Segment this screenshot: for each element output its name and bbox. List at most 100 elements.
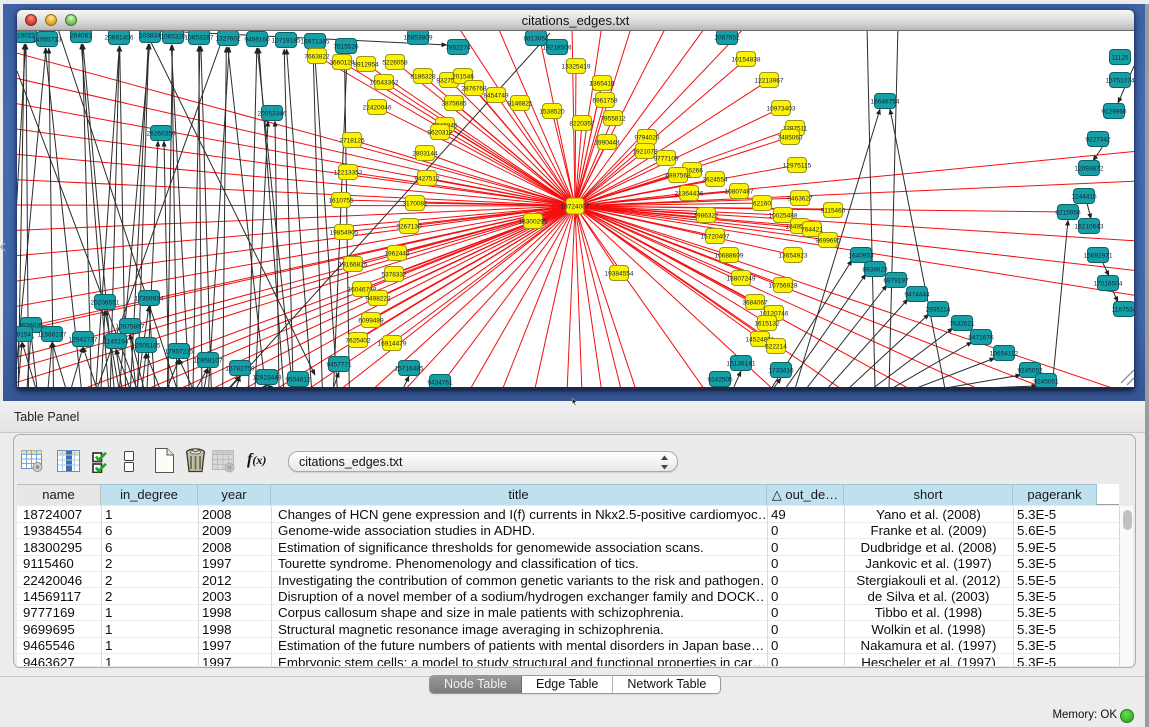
svg-text:9794028: 9794028 [634,135,660,142]
svg-text:15751074: 15751074 [1106,78,1134,85]
svg-text:20053346: 20053346 [258,111,287,118]
svg-text:10654112: 10654112 [990,351,1019,358]
svg-text:7632621: 7632621 [949,321,975,328]
svg-text:264061: 264061 [70,33,92,40]
svg-text:26260350: 26260350 [147,131,176,138]
svg-text:10973403: 10973403 [767,106,796,113]
svg-text:9463627: 9463627 [787,196,813,203]
svg-text:16853809: 16853809 [404,35,433,42]
svg-text:201546: 201546 [452,74,474,81]
svg-text:5226058: 5226058 [382,60,408,67]
svg-text:1244415: 1244415 [1071,194,1097,201]
svg-text:3170081: 3170081 [402,201,428,208]
svg-text:10958107: 10958107 [194,358,223,365]
svg-text:6961758: 6961758 [592,98,618,105]
svg-text:9146821: 9146821 [507,101,533,108]
svg-text:3684067: 3684067 [742,300,768,307]
svg-text:1610755: 1610755 [328,198,354,205]
svg-text:6879197: 6879197 [883,278,909,285]
svg-text:9457771: 9457771 [326,362,352,369]
svg-text:8912954: 8912954 [353,62,379,69]
svg-text:10543362: 10543362 [370,80,399,87]
svg-text:1365410: 1365410 [589,81,615,88]
svg-text:19218506: 19218506 [543,45,572,52]
svg-text:12505185: 12505185 [132,343,161,350]
svg-text:2803144: 2803144 [412,151,438,158]
svg-text:1990448: 1990448 [594,140,620,147]
svg-text:1962448: 1962448 [384,251,410,258]
svg-text:9699695: 9699695 [815,238,841,245]
svg-text:18807249: 18807249 [727,276,756,283]
svg-text:9466160: 9466160 [244,37,270,44]
svg-text:39154: 39154 [17,332,31,339]
svg-text:21364436: 21364436 [675,191,704,198]
svg-text:11125: 11125 [1111,55,1128,62]
svg-text:3660124: 3660124 [329,60,355,67]
svg-text:9242505: 9242505 [707,377,733,384]
svg-text:1640953: 1640953 [848,253,874,260]
svg-text:8938923: 8938923 [862,267,888,274]
svg-text:17359934: 17359934 [135,296,164,303]
svg-text:9245051: 9245051 [1033,379,1059,386]
svg-text:19166825: 19166825 [339,262,368,269]
svg-text:7515526: 7515526 [333,44,359,51]
svg-text:12975115: 12975115 [783,163,812,170]
svg-text:13654923: 13654923 [779,253,808,260]
svg-text:20206551: 20206551 [91,300,120,307]
svg-text:3267130: 3267130 [396,224,422,231]
svg-text:22420046: 22420046 [363,105,392,112]
svg-text:8220357: 8220357 [569,121,595,128]
svg-text:9474444: 9474444 [904,292,930,299]
svg-text:10688609: 10688609 [715,253,744,260]
svg-text:10975867: 10975867 [116,324,145,331]
svg-text:522214: 522214 [765,344,787,351]
svg-text:11568137: 11568137 [38,332,67,339]
svg-text:10756928: 10756928 [769,283,798,290]
svg-text:62160: 62160 [753,201,771,208]
svg-text:9498222: 9498222 [365,296,391,303]
svg-text:8454749: 8454749 [483,93,509,100]
svg-text:16782759: 16782759 [226,366,255,373]
svg-text:9129966: 9129966 [1101,109,1127,116]
svg-text:7986322: 7986322 [693,213,719,220]
svg-text:14055713: 14055713 [33,37,62,44]
svg-text:10653287: 10653287 [185,35,214,42]
svg-text:1167534: 1167534 [1112,307,1134,314]
svg-text:9620312: 9620312 [427,130,453,137]
svg-text:2935114: 2935114 [926,307,951,314]
svg-text:12942737: 12942737 [69,337,98,344]
svg-text:2718126: 2718126 [339,138,365,145]
svg-text:19854905: 19854905 [330,230,359,237]
svg-text:16671385: 16671385 [301,39,330,46]
svg-text:20691406: 20691406 [105,35,134,42]
svg-text:10154838: 10154838 [732,57,761,64]
svg-text:1327602: 1327602 [215,36,241,43]
svg-text:1615132: 1615132 [754,321,780,328]
svg-text:13325419: 13325419 [562,64,591,71]
svg-text:9227342: 9227342 [1085,137,1111,144]
svg-text:7663822: 7663822 [304,54,330,61]
svg-text:2876768: 2876768 [461,86,487,93]
svg-text:7852274: 7852274 [445,45,471,52]
svg-text:10807487: 10807487 [725,189,754,196]
svg-text:6099489: 6099489 [358,318,384,325]
svg-text:10719185: 10719185 [272,38,301,45]
svg-text:16914479: 16914479 [378,341,407,348]
svg-text:1733416: 1733416 [768,368,794,375]
svg-text:9504612: 9504612 [285,377,311,384]
svg-text:6897568: 6897568 [665,173,691,180]
svg-text:9115460: 9115460 [821,208,846,215]
svg-text:17016504: 17016504 [1094,281,1123,288]
svg-text:15692971: 15692971 [1084,253,1113,260]
svg-text:16648754: 16648754 [871,99,900,106]
svg-text:1065320: 1065320 [160,34,186,41]
svg-text:16210643: 16210643 [1075,224,1104,231]
svg-text:3624554: 3624554 [702,177,728,184]
svg-text:15720407: 15720407 [701,234,730,241]
svg-text:3875685: 3875685 [441,101,467,108]
svg-text:7485063: 7485063 [777,135,803,142]
svg-text:9434761: 9434761 [427,380,453,387]
svg-text:17957225: 17957225 [165,349,194,356]
svg-text:12213967: 12213967 [755,78,784,85]
svg-text:5378332: 5378332 [381,272,407,279]
